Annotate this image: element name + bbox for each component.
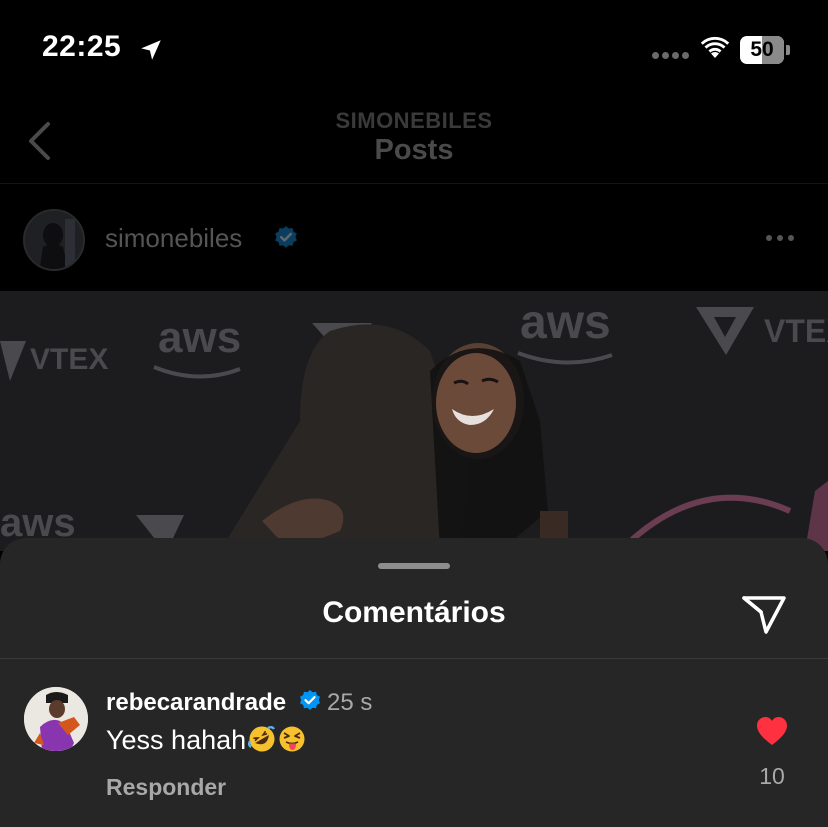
post-author-avatar[interactable] [23, 209, 85, 271]
battery-indicator: 50 [740, 36, 790, 64]
heart-like-icon[interactable] [755, 715, 789, 747]
post-header: simonebiles [0, 185, 828, 291]
rolling-on-floor-laughing-emoji-icon [248, 726, 276, 752]
share-send-icon[interactable] [740, 592, 788, 636]
comment-timestamp: 25 s [327, 689, 373, 716]
verified-badge-icon [300, 690, 320, 710]
page-title: Posts [374, 134, 454, 166]
battery-percent: 50 [750, 38, 774, 61]
verified-badge-icon [275, 226, 297, 248]
header-username: SIMONEBILES [335, 108, 493, 133]
posts-header: SIMONEBILES Posts [0, 100, 828, 184]
commenter-avatar[interactable] [24, 687, 88, 751]
wifi-icon [700, 36, 730, 58]
like-count: 10 [759, 763, 785, 789]
sheet-grabber[interactable] [378, 563, 450, 569]
more-options-icon[interactable] [766, 235, 794, 241]
comment-text: Yess hahah [106, 725, 247, 755]
post-photo[interactable]: aws aws aws VTEX VTEX [0, 291, 828, 551]
reply-button[interactable]: Responder [106, 774, 226, 801]
comment-item: rebecarandrade 25 s Yess hahah Responder… [0, 659, 828, 827]
post-author-username[interactable]: simonebiles [105, 223, 242, 254]
squinting-face-with-tongue-emoji-icon [279, 726, 305, 752]
status-time: 22:25 [42, 30, 122, 63]
comment-text-row: Yess hahah [106, 725, 306, 756]
status-bar: 22:25 50 [0, 0, 828, 100]
cellular-signal-icon [652, 52, 689, 59]
sheet-title: Comentários [322, 596, 506, 629]
location-arrow-icon [141, 40, 161, 60]
commenter-username[interactable]: rebecarandrade [106, 689, 286, 717]
comments-sheet: Comentários rebecarandrade 25 s Yess hah… [0, 538, 828, 827]
